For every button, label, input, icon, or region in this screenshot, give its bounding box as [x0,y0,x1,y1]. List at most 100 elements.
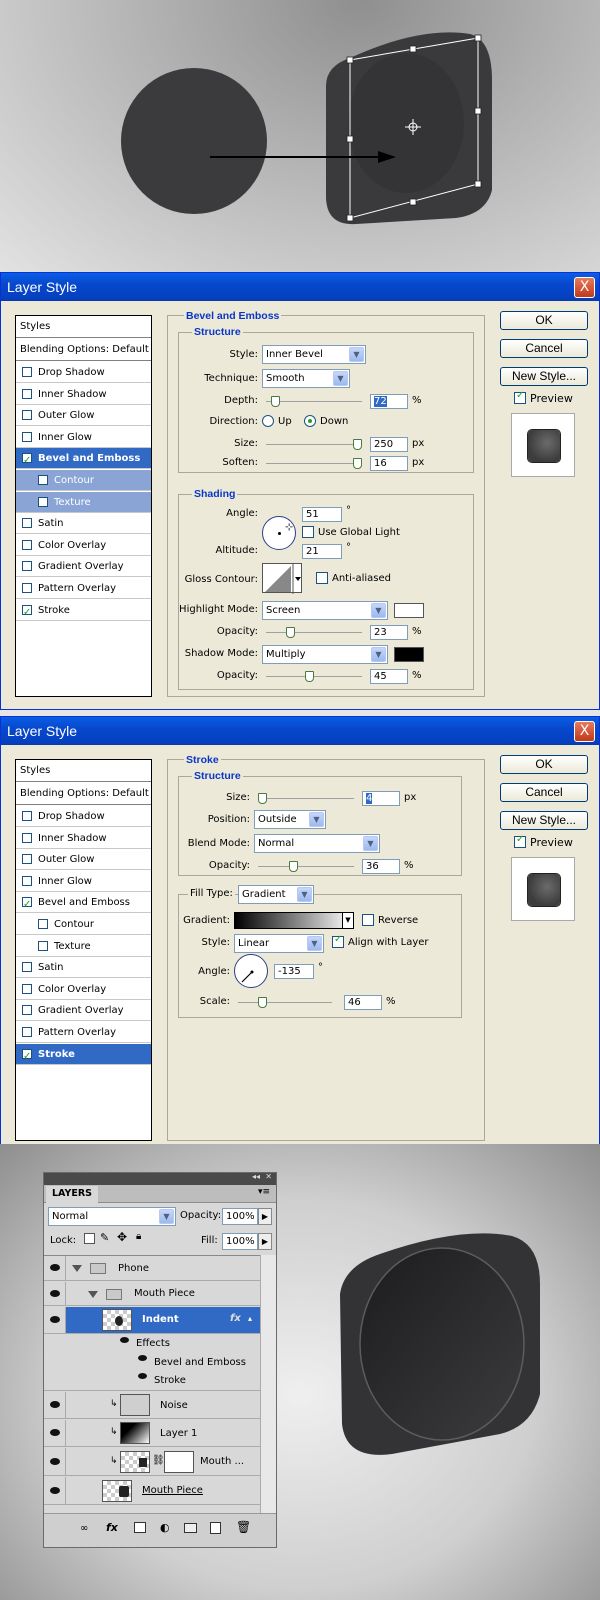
layer-group-phone[interactable]: Phone [44,1256,276,1281]
add-mask-icon[interactable] [134,1522,146,1533]
style-checkbox[interactable] [22,431,32,442]
styles-header[interactable]: Styles [16,760,151,782]
style-item-inner-glow[interactable]: Inner Glow [16,426,151,448]
chain-link-icon[interactable]: ⛓ [152,1455,165,1466]
expand-triangle-icon[interactable] [88,1291,98,1298]
style-checkbox[interactable] [38,496,48,507]
style-item-bevel-and-emboss[interactable]: Bevel and Emboss [16,892,151,915]
new-style-button[interactable]: New Style... [500,811,588,830]
new-style-button[interactable]: New Style... [500,367,588,386]
collapse-effects-icon[interactable]: ▴ [248,1314,252,1323]
anti-aliased-checkbox[interactable] [316,572,328,584]
style-item-texture[interactable]: Texture [16,491,151,513]
style-item-drop-shadow[interactable]: Drop Shadow [16,362,151,383]
layers-scrollbar[interactable] [260,1255,276,1513]
style-item-contour[interactable]: Contour [16,914,151,935]
style-checkbox[interactable] [22,450,32,471]
technique-select[interactable]: Smooth ▼ [262,369,350,388]
fx-icon[interactable]: fx [230,1313,241,1324]
layer-indent[interactable]: Indent fx ▴ [44,1307,276,1334]
expand-triangle-icon[interactable] [72,1265,82,1272]
angle-input[interactable]: -135 [274,964,314,979]
style-item-inner-shadow[interactable]: Inner Shadow [16,383,151,405]
highlight-opacity-track[interactable] [266,632,362,633]
depth-slider-thumb[interactable] [271,396,281,407]
angle-input[interactable]: 51 [302,507,342,522]
new-layer-icon[interactable] [210,1522,221,1534]
gradient-picker[interactable]: ▼ [234,912,354,929]
style-item-inner-glow[interactable]: Inner Glow [16,870,151,892]
eye-icon[interactable] [138,1355,147,1361]
lock-all-icon[interactable]: 🔒︎ [136,1231,141,1242]
style-checkbox[interactable] [22,410,32,421]
highlight-mode-select[interactable]: Screen ▼ [262,601,388,620]
size-slider-thumb[interactable] [258,793,267,804]
gloss-contour-picker[interactable] [262,563,302,594]
style-item-texture[interactable]: Texture [16,935,151,957]
new-group-icon[interactable] [184,1523,197,1533]
style-item-inner-shadow[interactable]: Inner Shadow [16,827,151,849]
styles-header[interactable]: Styles [16,316,151,338]
blend-mode-select[interactable]: Normal ▼ [254,834,380,853]
visibility-toggle[interactable] [44,1307,66,1333]
link-layers-icon[interactable]: ∞ [80,1523,88,1534]
direction-down-radio[interactable] [304,415,316,427]
layer-1[interactable]: ↳ Layer 1 [44,1420,276,1447]
layer-mouth-piece[interactable]: Mouth Piece [44,1477,276,1505]
style-item-satin[interactable]: Satin [16,513,151,535]
close-button[interactable]: X [574,277,595,298]
style-checkbox[interactable] [22,811,32,821]
blend-mode-select[interactable]: Normal ▼ [48,1207,176,1226]
effects-row[interactable]: Effects [44,1335,276,1354]
style-checkbox[interactable] [22,894,32,915]
depth-slider-track[interactable] [266,401,362,402]
opacity-slider-thumb[interactable] [289,861,299,872]
style-checkbox[interactable] [22,539,32,550]
style-checkbox[interactable] [22,388,32,399]
style-item-bevel-and-emboss[interactable]: Bevel and Emboss [16,448,151,471]
adjustment-layer-icon[interactable]: ◐ [160,1521,170,1534]
effect-bevel-row[interactable]: Bevel and Emboss [44,1354,276,1372]
opacity-slider-track[interactable] [258,866,354,867]
style-item-gradient-overlay[interactable]: Gradient Overlay [16,1000,151,1022]
blending-options-item[interactable]: Blending Options: Default [16,783,151,805]
effect-stroke-row[interactable]: Stroke [44,1372,276,1391]
style-item-contour[interactable]: Contour [16,470,151,491]
scale-input[interactable]: 46 [344,995,382,1010]
visibility-toggle[interactable] [44,1420,66,1446]
preview-checkbox[interactable]: ✓ [514,390,526,404]
size-input[interactable]: 250 [370,437,408,452]
panel-menu-icon[interactable]: ▾≡ [258,1187,270,1197]
style-checkbox[interactable] [22,561,32,572]
mask-thumbnail[interactable] [164,1451,194,1473]
altitude-input[interactable]: 21 [302,544,342,559]
style-item-satin[interactable]: Satin [16,957,151,979]
style-item-color-overlay[interactable]: Color Overlay [16,534,151,556]
layer-group-mouth-piece[interactable]: Mouth Piece [44,1282,276,1306]
style-checkbox[interactable] [22,602,32,623]
style-item-pattern-overlay[interactable]: Pattern Overlay [16,578,151,599]
visibility-toggle[interactable] [44,1282,66,1305]
position-select[interactable]: Outside ▼ [254,810,326,829]
size-slider-track[interactable] [266,444,362,445]
fill-input[interactable]: 100% [222,1233,258,1250]
visibility-toggle[interactable] [44,1448,66,1475]
size-input[interactable]: 4 [362,791,400,806]
lock-transparent-icon[interactable] [84,1233,95,1244]
trash-icon[interactable]: 🗑︎ [236,1520,251,1534]
style-checkbox[interactable] [22,832,32,843]
size-slider-thumb[interactable] [353,439,362,450]
layers-tab[interactable]: LAYERS [46,1186,99,1203]
style-checkbox[interactable] [22,367,32,377]
visibility-toggle[interactable] [44,1477,66,1504]
panel-topbar[interactable]: ◂◂ ✕ [44,1172,276,1185]
depth-input[interactable]: 72 [370,394,408,409]
lock-brush-icon[interactable]: ✎ [100,1231,109,1244]
style-checkbox[interactable] [22,962,32,973]
style-checkbox[interactable] [22,1027,32,1037]
shadow-color-swatch[interactable] [394,647,424,662]
style-item-color-overlay[interactable]: Color Overlay [16,978,151,1000]
layer-noise[interactable]: ↳ Noise [44,1392,276,1419]
gradient-dropdown-icon[interactable]: ▼ [342,913,353,928]
align-layer-checkbox[interactable]: ✓ [332,934,344,948]
